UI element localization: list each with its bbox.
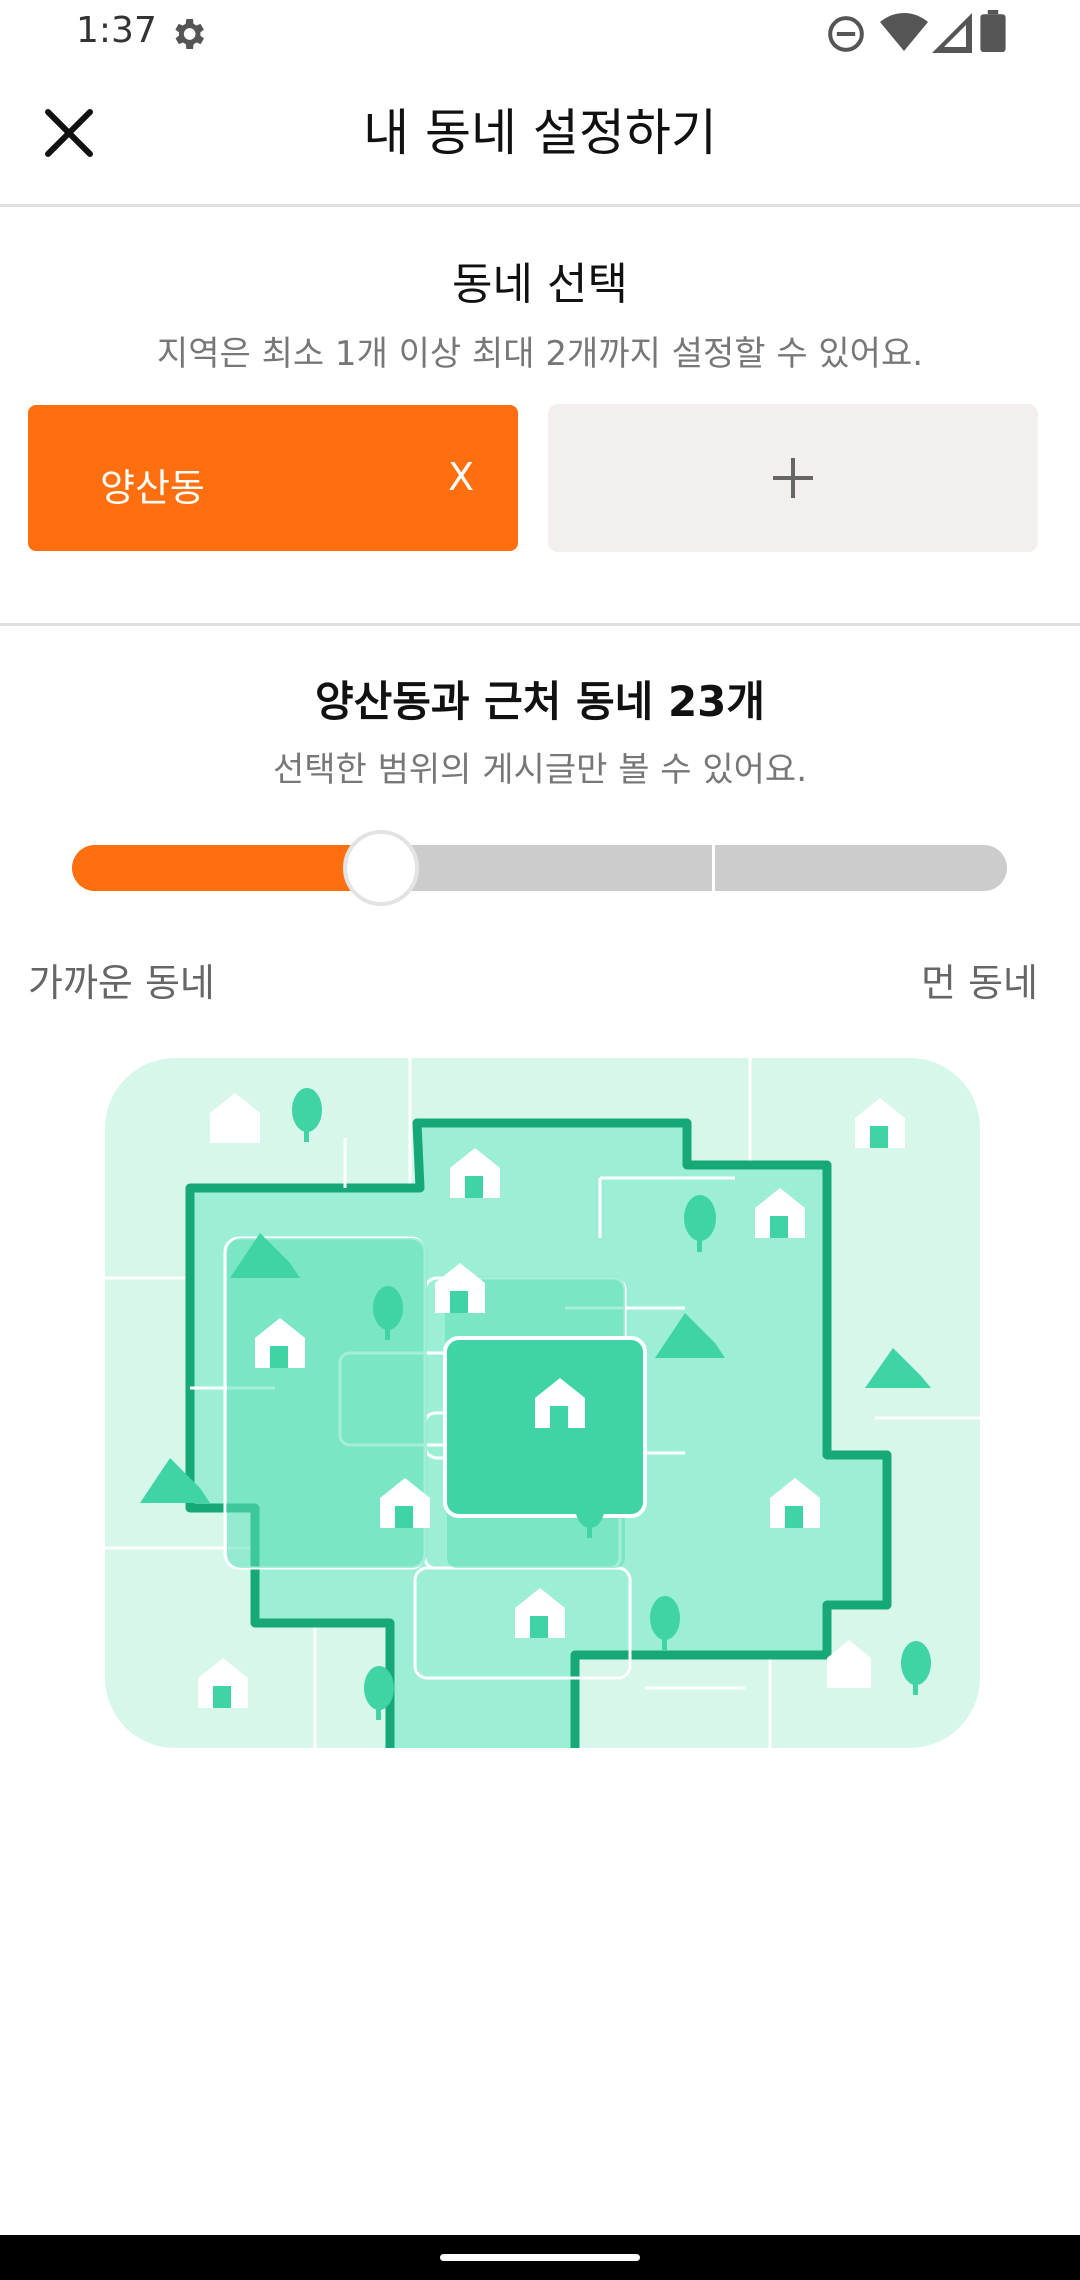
battery-icon (980, 10, 1006, 52)
status-time: 1:37 (76, 10, 157, 51)
range-slider-fill (72, 845, 381, 891)
plus-icon (773, 458, 813, 498)
near-label: 가까운 동네 (28, 961, 215, 1005)
select-section-subtitle: 지역은 최소 1개 이상 최대 2개까지 설정할 수 있어요. (156, 334, 924, 374)
home-gesture-handle[interactable] (440, 2254, 640, 2261)
close-icon (45, 109, 93, 157)
range-section-subtitle: 선택한 범위의 게시글만 볼 수 있어요. (272, 750, 808, 790)
wifi-icon (880, 13, 928, 51)
remove-region-button[interactable]: X (448, 455, 474, 499)
range-slider-thumb[interactable] (343, 830, 419, 906)
select-section-title: 동네 선택 (452, 259, 628, 310)
close-button[interactable] (34, 98, 104, 168)
range-section-title: 양산동과 근처 동네 23개 (314, 677, 766, 726)
selected-region-chip[interactable]: 양산동 X (28, 405, 518, 551)
header-divider (0, 204, 1080, 207)
selected-region-label: 양산동 (100, 466, 205, 510)
add-region-button[interactable] (548, 404, 1038, 552)
signal-icon (932, 13, 972, 53)
section-divider (0, 623, 1080, 626)
range-slider-track[interactable] (72, 845, 1007, 891)
do-not-disturb-icon (828, 16, 864, 52)
far-label: 먼 동네 (921, 961, 1038, 1005)
status-bar: 1:37 (0, 0, 1080, 68)
neighborhood-map-illustration (105, 1058, 980, 1748)
gear-icon (175, 19, 204, 49)
page-title: 내 동네 설정하기 (363, 104, 717, 162)
range-slider-tick (712, 845, 715, 891)
